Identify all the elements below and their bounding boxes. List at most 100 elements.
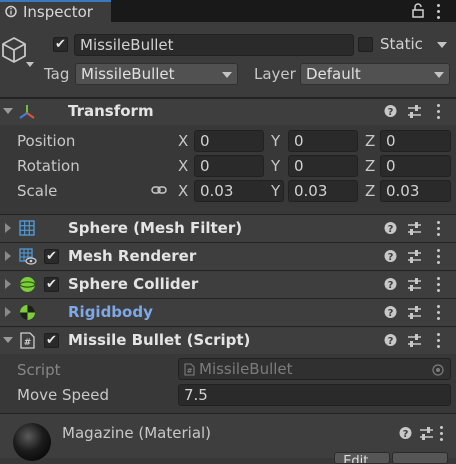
svg-text:?: ? bbox=[403, 429, 409, 440]
foldout-closed-icon[interactable] bbox=[5, 251, 11, 261]
help-icon[interactable]: ? bbox=[384, 333, 397, 347]
axis-z-label: Z bbox=[365, 157, 376, 175]
mesh-renderer-enabled-checkbox[interactable]: ✔ bbox=[44, 249, 59, 264]
mesh-renderer-icon bbox=[19, 248, 37, 265]
help-icon[interactable]: ? bbox=[384, 221, 397, 235]
component-menu-icon[interactable] bbox=[437, 333, 440, 351]
static-label: Static bbox=[380, 35, 423, 53]
missile-script-enabled-checkbox[interactable]: ✔ bbox=[44, 333, 59, 348]
position-z-field[interactable]: 0 bbox=[380, 130, 451, 152]
component-menu-icon[interactable] bbox=[440, 426, 443, 444]
help-icon[interactable]: ? bbox=[399, 426, 412, 440]
static-checkbox[interactable] bbox=[358, 37, 373, 52]
info-icon bbox=[5, 5, 17, 18]
component-menu-icon[interactable] bbox=[437, 104, 440, 122]
layer-value: Default bbox=[306, 65, 361, 83]
checkmark-icon: ✔ bbox=[46, 333, 57, 348]
help-icon[interactable]: ? bbox=[384, 249, 397, 263]
foldout-closed-icon[interactable] bbox=[5, 307, 11, 317]
transform-axes-icon bbox=[19, 105, 35, 119]
rotation-x-field[interactable]: 0 bbox=[194, 155, 264, 177]
preset-sliders-icon[interactable] bbox=[419, 426, 434, 441]
material-preview-sphere bbox=[13, 423, 51, 461]
material-header[interactable]: Magazine (Material) ? Edit... bbox=[0, 413, 456, 464]
preset-sliders-icon[interactable] bbox=[407, 333, 422, 348]
preset-sliders-icon[interactable] bbox=[407, 277, 422, 292]
position-y-field[interactable]: 0 bbox=[288, 130, 358, 152]
missile-script-body: Script # MissileBullet Move Speed 7.5 bbox=[0, 354, 456, 410]
move-speed-label: Move Speed bbox=[17, 386, 110, 404]
link-icon[interactable] bbox=[151, 184, 167, 196]
edit-button-label: Edit... bbox=[343, 454, 381, 464]
axis-y-label: Y bbox=[271, 182, 281, 200]
rotation-z-field[interactable]: 0 bbox=[380, 155, 451, 177]
preset-sliders-icon[interactable] bbox=[407, 305, 422, 320]
svg-text:?: ? bbox=[388, 308, 394, 319]
script-label: Script bbox=[17, 361, 61, 379]
script-file-icon: # bbox=[184, 363, 195, 376]
svg-text:?: ? bbox=[388, 107, 394, 118]
checkmark-icon: ✔ bbox=[55, 37, 66, 52]
scale-y-field[interactable]: 0.03 bbox=[288, 180, 358, 202]
help-icon[interactable]: ? bbox=[384, 277, 397, 291]
axis-x-label: X bbox=[178, 132, 189, 150]
rigidbody-icon bbox=[20, 305, 35, 320]
transform-header[interactable]: Transform ? bbox=[0, 98, 456, 125]
layer-dropdown[interactable]: Default bbox=[300, 63, 450, 85]
tab-inspector[interactable]: Inspector bbox=[0, 0, 111, 22]
mesh-filter-title: Sphere (Mesh Filter) bbox=[68, 219, 243, 237]
svg-text:#: # bbox=[24, 338, 32, 348]
tag-dropdown[interactable]: MissileBullet bbox=[75, 63, 238, 85]
help-icon[interactable]: ? bbox=[384, 104, 397, 118]
gameobject-header: ✔ MissileBullet Static Tag MissileBullet… bbox=[0, 22, 456, 98]
edit-shader-button[interactable]: Edit... bbox=[334, 452, 390, 464]
preset-sliders-icon[interactable] bbox=[407, 249, 422, 264]
mesh-renderer-header[interactable]: ✔ Mesh Renderer ? bbox=[0, 242, 456, 270]
axis-x-label: X bbox=[178, 157, 189, 175]
svg-text:?: ? bbox=[388, 224, 394, 235]
component-menu-icon[interactable] bbox=[437, 249, 440, 267]
missile-script-title: Missile Bullet (Script) bbox=[68, 331, 251, 349]
sphere-collider-enabled-checkbox[interactable]: ✔ bbox=[44, 277, 59, 292]
missile-script-header[interactable]: # ✔ Missile Bullet (Script) ? bbox=[0, 326, 456, 354]
component-menu-icon[interactable] bbox=[437, 221, 440, 239]
axis-z-label: Z bbox=[365, 182, 376, 200]
foldout-closed-icon[interactable] bbox=[5, 279, 11, 289]
svg-text:?: ? bbox=[388, 280, 394, 291]
svg-text:#: # bbox=[187, 367, 193, 375]
sphere-collider-title: Sphere Collider bbox=[68, 275, 199, 293]
foldout-open-icon[interactable] bbox=[3, 337, 13, 343]
component-menu-icon[interactable] bbox=[437, 277, 440, 295]
gameobject-name-field[interactable]: MissileBullet bbox=[74, 34, 354, 56]
scale-label: Scale bbox=[17, 182, 58, 200]
sphere-collider-icon bbox=[19, 277, 36, 292]
scale-z-field[interactable]: 0.03 bbox=[380, 180, 451, 202]
mesh-renderer-title: Mesh Renderer bbox=[68, 247, 197, 265]
svg-text:?: ? bbox=[388, 336, 394, 347]
icon-dropdown-icon[interactable] bbox=[26, 62, 34, 67]
tab-menu-icon[interactable] bbox=[437, 4, 440, 22]
foldout-open-icon[interactable] bbox=[3, 108, 13, 114]
rotation-y-field[interactable]: 0 bbox=[288, 155, 358, 177]
tab-bar: Inspector bbox=[0, 0, 456, 22]
foldout-closed-icon[interactable] bbox=[5, 223, 11, 233]
tag-label: Tag bbox=[44, 65, 70, 83]
checkmark-icon: ✔ bbox=[46, 249, 57, 264]
object-picker-icon bbox=[432, 364, 444, 376]
preset-sliders-icon[interactable] bbox=[407, 221, 422, 236]
rigidbody-header[interactable]: Rigidbody ? bbox=[0, 298, 456, 326]
help-icon[interactable]: ? bbox=[384, 305, 397, 319]
rotation-label: Rotation bbox=[17, 157, 80, 175]
lock-icon[interactable] bbox=[412, 3, 424, 18]
tab-title: Inspector bbox=[23, 3, 93, 21]
mesh-filter-header[interactable]: Sphere (Mesh Filter) ? bbox=[0, 214, 456, 242]
move-speed-field[interactable]: 7.5 bbox=[178, 384, 451, 406]
preset-sliders-icon[interactable] bbox=[407, 104, 422, 119]
shader-dropdown[interactable] bbox=[392, 452, 448, 464]
sphere-collider-header[interactable]: ✔ Sphere Collider ? bbox=[0, 270, 456, 298]
position-label: Position bbox=[17, 132, 76, 150]
active-checkbox[interactable]: ✔ bbox=[53, 37, 68, 52]
position-x-field[interactable]: 0 bbox=[194, 130, 264, 152]
component-menu-icon[interactable] bbox=[437, 305, 440, 323]
static-dropdown-icon[interactable] bbox=[437, 42, 447, 48]
